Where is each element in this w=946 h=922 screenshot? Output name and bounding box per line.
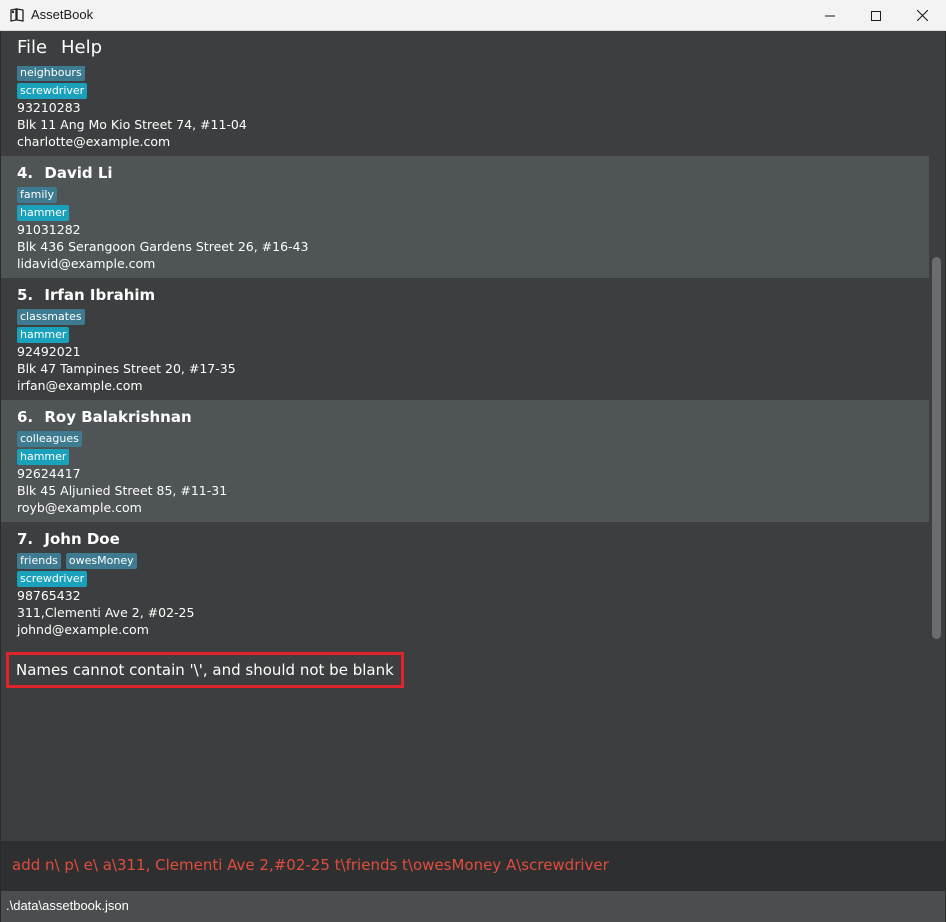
person-email: charlotte@example.com	[17, 134, 171, 149]
result-message: Names cannot contain '\', and should not…	[6, 652, 404, 688]
person-email: johnd@example.com	[17, 622, 149, 637]
person-name: 4. David Li	[17, 164, 113, 182]
command-box[interactable]: add n\ p\ e\ a\311, Clementi Ave 2,#02-2…	[1, 841, 945, 891]
asset-tag: screwdriver	[17, 83, 88, 99]
person-address: Blk 47 Tampines Street 20, #17-35	[17, 361, 236, 376]
asset-tag: hammer	[17, 327, 70, 343]
person-name-text: John Doe	[44, 530, 120, 548]
person-email: lidavid@example.com	[17, 256, 156, 271]
group-tags: classmates	[17, 309, 85, 325]
title-bar: AssetBook	[0, 0, 946, 31]
asset-tags: hammer	[17, 449, 70, 465]
group-tag: friends	[17, 553, 61, 569]
result-display: Names cannot contain '\', and should not…	[1, 644, 945, 841]
person-index: 6.	[17, 408, 34, 426]
person-email: royb@example.com	[17, 500, 142, 515]
asset-tag: screwdriver	[17, 571, 88, 587]
person-list[interactable]: neighbours screwdriver 93210283 Blk 11 A…	[1, 66, 929, 644]
person-address: Blk 45 Aljunied Street 85, #11-31	[17, 483, 228, 498]
close-icon	[916, 10, 928, 21]
asset-tags: hammer	[17, 327, 70, 343]
save-location: .\data\assetbook.json	[6, 898, 129, 913]
person-address: 311,Clementi Ave 2, #02-25	[17, 605, 195, 620]
person-phone: 91031282	[17, 222, 81, 237]
person-address: Blk 11 Ang Mo Kio Street 74, #11-04	[17, 117, 247, 132]
maximize-button[interactable]	[853, 0, 899, 31]
command-input[interactable]: add n\ p\ e\ a\311, Clementi Ave 2,#02-2…	[12, 856, 609, 874]
group-tag: neighbours	[17, 66, 85, 81]
person-name: 6. Roy Balakrishnan	[17, 408, 192, 426]
person-phone: 92624417	[17, 466, 81, 481]
group-tag: classmates	[17, 309, 85, 325]
maximize-icon	[871, 10, 881, 21]
person-card[interactable]: 5. Irfan Ibrahim classmates hammer 92492…	[1, 278, 929, 400]
person-name-text: Irfan Ibrahim	[44, 286, 156, 304]
person-name-text: Roy Balakrishnan	[44, 408, 192, 426]
close-button[interactable]	[899, 0, 945, 31]
person-card[interactable]: 4. David Li family hammer 91031282 Blk 4…	[1, 156, 929, 278]
person-card[interactable]: 6. Roy Balakrishnan colleagues hammer 92…	[1, 400, 929, 522]
asset-tag: hammer	[17, 449, 70, 465]
group-tags: friends owesMoney	[17, 553, 137, 569]
person-name-text: David Li	[44, 164, 113, 182]
person-phone: 92492021	[17, 344, 81, 359]
asset-tags: screwdriver	[17, 571, 88, 587]
minimize-icon	[825, 15, 835, 16]
group-tags: neighbours	[17, 66, 85, 81]
book-icon	[9, 7, 25, 23]
person-address: Blk 436 Serangoon Gardens Street 26, #16…	[17, 239, 309, 254]
person-email: irfan@example.com	[17, 378, 143, 393]
group-tag: owesMoney	[65, 553, 137, 569]
person-index: 5.	[17, 286, 34, 304]
window-title: AssetBook	[31, 7, 94, 22]
menu-file[interactable]: File	[17, 37, 47, 58]
menu-help[interactable]: Help	[61, 37, 102, 58]
person-card[interactable]: neighbours screwdriver 93210283 Blk 11 A…	[1, 66, 929, 156]
person-index: 4.	[17, 164, 34, 182]
group-tags: family	[17, 187, 57, 203]
asset-tags: screwdriver	[17, 83, 88, 99]
scrollbar-thumb[interactable]	[932, 257, 941, 639]
list-scrollbar[interactable]	[929, 66, 945, 644]
asset-tag: hammer	[17, 205, 70, 221]
menu-bar: File Help	[1, 31, 945, 66]
person-card[interactable]: 7. John Doe friends owesMoney screwdrive…	[1, 522, 929, 644]
person-name: 7. John Doe	[17, 530, 120, 548]
group-tag: colleagues	[17, 431, 82, 447]
group-tags: colleagues	[17, 431, 82, 447]
group-tag: family	[17, 187, 57, 203]
person-name: 5. Irfan Ibrahim	[17, 286, 155, 304]
minimize-button[interactable]	[807, 0, 853, 31]
person-phone: 93210283	[17, 100, 81, 115]
person-index: 7.	[17, 530, 34, 548]
status-bar: .\data\assetbook.json	[1, 891, 945, 922]
asset-tags: hammer	[17, 205, 70, 221]
person-phone: 98765432	[17, 588, 81, 603]
